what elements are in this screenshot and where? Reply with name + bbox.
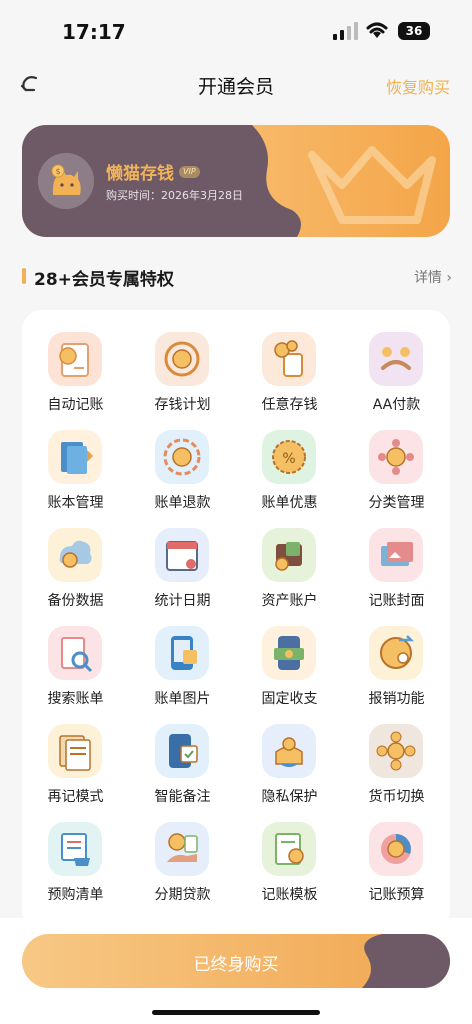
feature-item[interactable]: 自动记账: [22, 312, 129, 413]
feature-item[interactable]: 报销功能: [343, 606, 450, 707]
feature-item[interactable]: 任意存钱: [236, 312, 343, 413]
detail-link[interactable]: 详情 ›: [414, 267, 452, 287]
privacy-icon: [262, 724, 316, 778]
feature-item[interactable]: 固定收支: [236, 606, 343, 707]
feature-item[interactable]: 再记模式: [22, 704, 129, 805]
backup-data-icon: [48, 528, 102, 582]
ledger-cover-icon: [369, 528, 423, 582]
feature-item[interactable]: % 账单优惠: [236, 410, 343, 511]
svg-text:%: %: [282, 451, 295, 467]
svg-text:$: $: [55, 167, 60, 176]
feature-label: 分期贷款: [154, 887, 211, 903]
currency-switch-icon: [369, 724, 423, 778]
category-manage-icon: [369, 430, 423, 484]
buy-button-label: 已终身购买: [193, 955, 279, 975]
feature-item[interactable]: 账单图片: [129, 606, 236, 707]
feature-item[interactable]: 分类管理: [343, 410, 450, 511]
detail-label: 详情: [413, 270, 442, 286]
feature-item[interactable]: 统计日期: [129, 508, 236, 609]
feature-item[interactable]: 记账预算: [343, 802, 450, 903]
feature-item[interactable]: 分期贷款: [129, 802, 236, 903]
ledger-template-icon: [262, 822, 316, 876]
aa-payment-icon: [369, 332, 423, 386]
any-savings-icon: [262, 332, 316, 386]
feature-label: 预购清单: [47, 887, 104, 903]
reimburse-icon: [369, 626, 423, 680]
feature-item[interactable]: 货币切换: [343, 704, 450, 805]
smart-note-icon: [155, 724, 209, 778]
feature-item[interactable]: 隐私保护: [236, 704, 343, 805]
home-indicator: [152, 1010, 320, 1015]
feature-item[interactable]: 预购清单: [22, 802, 129, 903]
installment-icon: [155, 822, 209, 876]
feature-item[interactable]: 智能备注: [129, 704, 236, 805]
feature-item[interactable]: 账本管理: [22, 410, 129, 511]
cat-avatar-icon: $: [38, 153, 94, 209]
feature-label: 记账预算: [368, 887, 425, 903]
restore-purchase-button[interactable]: 恢复购买: [386, 74, 450, 98]
bill-discount-icon: %: [262, 430, 316, 484]
feature-grid: 自动记账 存钱计划 任意存钱 AA付款账本管理 账单退款% 账单优惠 分类管理备份数据 统计日…: [22, 310, 450, 930]
budget-icon: [369, 822, 423, 876]
feature-item[interactable]: 存钱计划: [129, 312, 236, 413]
fixed-income-icon: [262, 626, 316, 680]
nav-bar: 开通会员 恢复购买: [0, 60, 472, 110]
re-record-icon: [48, 724, 102, 778]
feature-item[interactable]: AA付款: [343, 312, 450, 413]
feature-item[interactable]: 记账封面: [343, 508, 450, 609]
vip-badge: VIP: [179, 166, 200, 178]
section-title: 28+会员专属特权: [34, 270, 174, 290]
purchase-date: 购买时间：2026年3月28日: [106, 189, 243, 202]
wifi-icon: [366, 22, 388, 38]
bill-refund-icon: [155, 430, 209, 484]
feature-item[interactable]: 记账模板: [236, 802, 343, 903]
asset-account-icon: [262, 528, 316, 582]
signal-icon: [333, 22, 358, 40]
status-time: 17:17: [62, 20, 126, 44]
chevron-right-icon: ›: [446, 270, 452, 286]
battery-icon: 36: [398, 22, 430, 40]
pre-purchase-icon: [48, 822, 102, 876]
feature-item[interactable]: 账单退款: [129, 410, 236, 511]
vip-card: $ 懒猫存钱 VIP 购买时间：2026年3月28日: [22, 125, 450, 237]
savings-plan-icon: [155, 332, 209, 386]
stat-date-icon: [155, 528, 209, 582]
status-bar: 17:17 36: [0, 0, 472, 60]
bill-image-icon: [155, 626, 209, 680]
feature-item[interactable]: 搜索账单: [22, 606, 129, 707]
auto-bookkeeping-icon: [48, 332, 102, 386]
ledger-manage-icon: [48, 430, 102, 484]
feature-label: 记账模板: [261, 887, 318, 903]
section-accent-bar: [22, 268, 26, 284]
feature-item[interactable]: 资产账户: [236, 508, 343, 609]
feature-item[interactable]: 备份数据: [22, 508, 129, 609]
avatar: $: [38, 153, 94, 209]
privilege-section-header: 28+会员专属特权 详情 ›: [22, 262, 452, 292]
search-bill-icon: [48, 626, 102, 680]
lifetime-purchase-button[interactable]: 已终身购买: [22, 934, 450, 988]
vip-name: 懒猫存钱: [106, 164, 174, 184]
